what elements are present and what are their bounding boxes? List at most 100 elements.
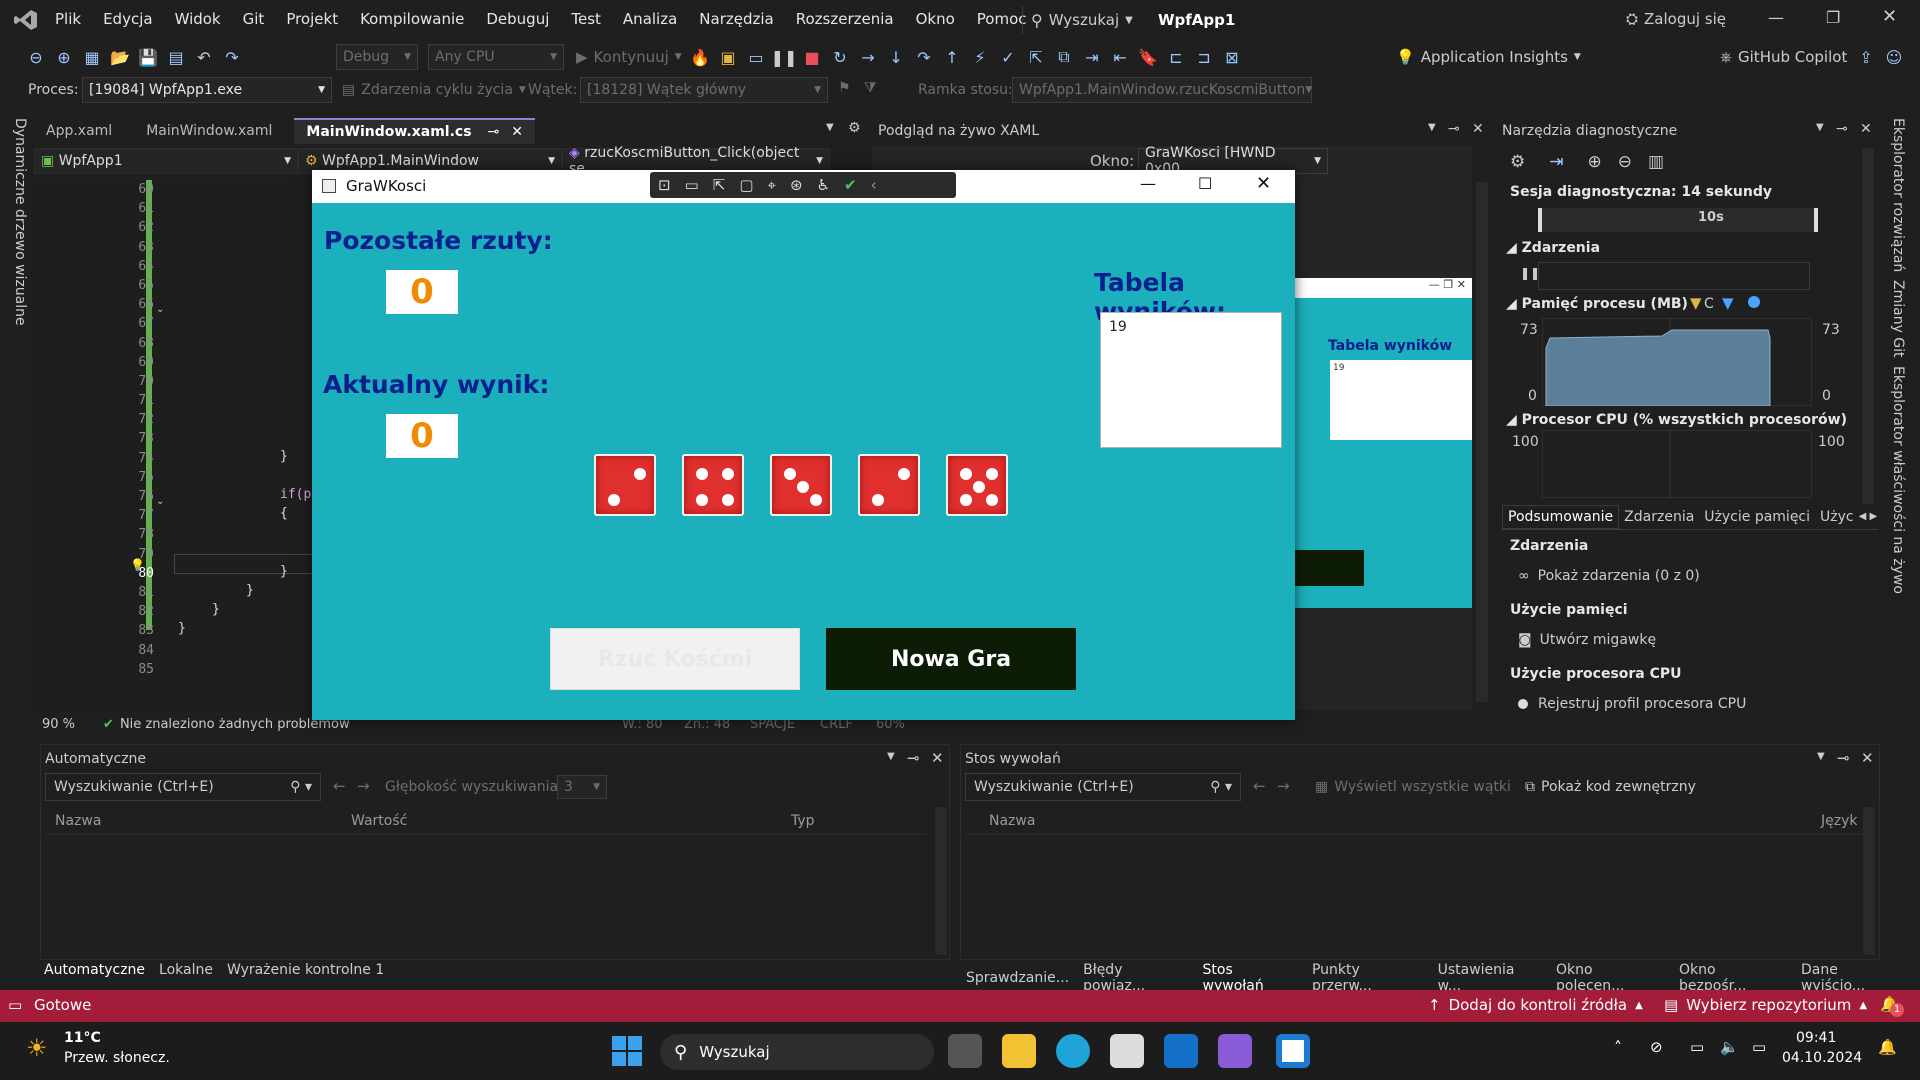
column-value[interactable]: Wartość <box>351 813 407 829</box>
feedback-icon[interactable]: ☺ <box>1880 44 1908 70</box>
copy-icon[interactable]: ⧉ <box>1050 44 1078 70</box>
start-button[interactable] <box>612 1036 642 1066</box>
filter-icon[interactable]: ⧩ <box>864 80 877 96</box>
binding-icon[interactable]: ⊛ <box>790 176 803 194</box>
github-copilot-button[interactable]: ⎈ GitHub Copilot <box>1720 48 1847 66</box>
tab-check[interactable]: Sprawdzanie... <box>966 970 1069 986</box>
bookmark-clear-icon[interactable]: ⊠ <box>1218 44 1246 70</box>
live-property-explorer-tab[interactable]: Eksplorator właściwości na żywo <box>1890 366 1906 594</box>
save-icon[interactable]: 💾 <box>134 44 162 70</box>
tab-summary[interactable]: Podsumowanie <box>1502 504 1620 529</box>
save-all-icon[interactable]: ▤ <box>162 44 190 70</box>
step-icon[interactable]: → <box>854 44 882 70</box>
autos-search-input[interactable]: Wyszukiwanie (Ctrl+E) ⚲ ▾ <box>45 773 321 801</box>
app-maximize-button[interactable]: ☐ <box>1198 174 1212 193</box>
forward-icon[interactable]: → <box>1277 777 1290 795</box>
tab-memory-usage[interactable]: Użycie pamięci <box>1699 506 1815 528</box>
tab-mainwindow-xaml[interactable]: MainWindow.xaml <box>134 118 284 144</box>
collapse-toolbar-icon[interactable]: ‹ <box>871 176 877 194</box>
diag-scrollbar[interactable] <box>1862 148 1874 504</box>
live-visual-tree-tab[interactable]: Dynamiczne drzewo wizualne <box>12 118 28 326</box>
back-icon[interactable]: ← <box>1253 777 1266 795</box>
dropdown-icon[interactable]: ▼ <box>1816 122 1824 133</box>
restart-icon[interactable]: ↻ <box>826 44 854 70</box>
platform-dropdown[interactable]: Any CPU ▼ <box>428 44 564 70</box>
column-name[interactable]: Nazwa <box>989 813 1035 829</box>
menu-item-git[interactable]: Git <box>243 10 265 28</box>
live-tree-icon[interactable]: ⊡ <box>658 176 671 194</box>
maximize-button[interactable]: ❐ <box>1826 8 1840 27</box>
step-into-icon[interactable]: ↓ <box>882 44 910 70</box>
gear-icon[interactable]: ⚙ <box>1510 152 1525 172</box>
lifecycle-events-dropdown[interactable]: ▤ Zdarzenia cyklu życia ▼ <box>342 82 526 98</box>
redo-icon[interactable]: ↷ <box>218 44 246 70</box>
tabs-scroll-icon[interactable]: ◀ ▶ <box>1859 511 1878 522</box>
call-stack-scrollbar[interactable] <box>1863 807 1875 955</box>
menu-item-rozszerzenia[interactable]: Rozszerzenia <box>796 10 894 28</box>
export-icon[interactable]: ⇥ <box>1549 152 1563 172</box>
events-section-header[interactable]: ◢ Zdarzenia <box>1506 240 1600 256</box>
timeline-end-marker[interactable] <box>1814 208 1818 232</box>
forward-icon[interactable]: → <box>357 777 370 795</box>
autos-scrollbar[interactable] <box>935 807 947 955</box>
task-view-icon[interactable] <box>948 1034 982 1068</box>
score-table-item[interactable]: 19 <box>1109 319 1273 335</box>
show-all-threads-button[interactable]: ▦ Wyświetl wszystkie wątki <box>1315 779 1511 795</box>
tab-locals[interactable]: Lokalne <box>159 962 213 978</box>
configuration-dropdown[interactable]: Debug ▼ <box>336 44 418 70</box>
zoom-out-icon[interactable]: ⊖ <box>1618 152 1632 172</box>
add-to-source-control-button[interactable]: ↑ Dodaj do kontroli źródła ▲ <box>1428 996 1643 1014</box>
select-element-icon[interactable]: ⇱ <box>1022 44 1050 70</box>
menu-item-narzedzia[interactable]: Narzędzia <box>699 10 773 28</box>
back-icon[interactable]: ⊖ <box>22 44 50 70</box>
app-close-button[interactable]: ✕ <box>1256 173 1271 194</box>
tab-cpu-usage[interactable]: Użyc <box>1815 506 1859 528</box>
timeline-start-marker[interactable] <box>1538 208 1542 232</box>
camera-icon[interactable]: ▭ <box>685 176 699 194</box>
app-minimize-button[interactable]: — <box>1140 174 1156 193</box>
pin-icon[interactable]: ⊸ <box>1837 749 1850 767</box>
chart-icon[interactable]: ▥ <box>1648 152 1664 172</box>
pin-icon[interactable]: ⊸ <box>1836 121 1848 137</box>
dropdown-icon[interactable]: ▼ <box>887 751 895 762</box>
close-icon[interactable]: ✕ <box>931 749 944 767</box>
indent-icon[interactable]: ⇥ <box>1078 44 1106 70</box>
select-repository-button[interactable]: ▤ Wybierz repozytorium ▲ <box>1664 996 1867 1014</box>
forward-icon[interactable]: ⊕ <box>50 44 78 70</box>
bookmark-next-icon[interactable]: ⊐ <box>1190 44 1218 70</box>
menu-item-debuguj[interactable]: Debuguj <box>486 10 549 28</box>
dropdown-icon[interactable]: ▼ <box>1428 122 1436 133</box>
app-window-taskbar-icon[interactable] <box>1276 1034 1310 1068</box>
open-folder-icon[interactable]: 📂 <box>106 44 134 70</box>
file-explorer-icon[interactable] <box>1002 1034 1036 1068</box>
pin-icon[interactable]: ⊸ <box>1448 121 1460 137</box>
back-icon[interactable]: ← <box>333 777 346 795</box>
close-icon[interactable]: ✕ <box>1860 121 1872 137</box>
dropdown-icon[interactable]: ▼ <box>1817 751 1825 762</box>
process-dropdown[interactable]: [19084] WpfApp1.exe ▼ <box>82 77 332 103</box>
close-icon[interactable]: ✕ <box>1472 121 1484 137</box>
tab-watch-1[interactable]: Wyrażenie kontrolne 1 <box>227 962 384 978</box>
layout-adorner-icon[interactable]: ▢ <box>739 176 753 194</box>
new-game-button[interactable]: Nowa Gra <box>826 628 1076 690</box>
accessibility-icon[interactable]: ♿ <box>817 176 830 194</box>
step-out-icon[interactable]: ↑ <box>938 44 966 70</box>
show-events-link[interactable]: ∞ Pokaż zdarzenia (0 z 0) <box>1518 568 1700 584</box>
step-over-icon[interactable]: ↷ <box>910 44 938 70</box>
column-language[interactable]: Język <box>1821 813 1857 829</box>
menu-item-pomoc[interactable]: Pomoc <box>977 10 1027 28</box>
weather-desc[interactable]: Przew. słonecz. <box>64 1050 170 1066</box>
show-external-code-button[interactable]: ⧉ Pokaż kod zewnętrzny <box>1525 779 1696 795</box>
bookmark-prev-icon[interactable]: ⊏ <box>1162 44 1190 70</box>
stack-frame-dropdown[interactable]: WpfApp1.MainWindow.rzucKoscmiButton ▼ <box>1012 77 1312 103</box>
clock-date[interactable]: 04.10.2024 <box>1782 1050 1862 1066</box>
cpu-section-header[interactable]: ◢ Procesor CPU (% wszystkich procesorów) <box>1506 412 1847 428</box>
bookmark-icon[interactable]: 🔖 <box>1134 44 1162 70</box>
search-depth-dropdown[interactable]: 3 ▼ <box>557 775 607 799</box>
score-table-list[interactable]: 19 <box>1100 312 1282 448</box>
tab-overflow-icon[interactable]: ▼ <box>826 122 834 133</box>
track-focus-icon[interactable]: ⌖ <box>768 176 776 194</box>
minimize-button[interactable]: — <box>1768 8 1784 27</box>
weather-temp[interactable]: 11°C <box>64 1030 101 1046</box>
lightbulb-icon[interactable]: 💡 <box>130 558 145 572</box>
